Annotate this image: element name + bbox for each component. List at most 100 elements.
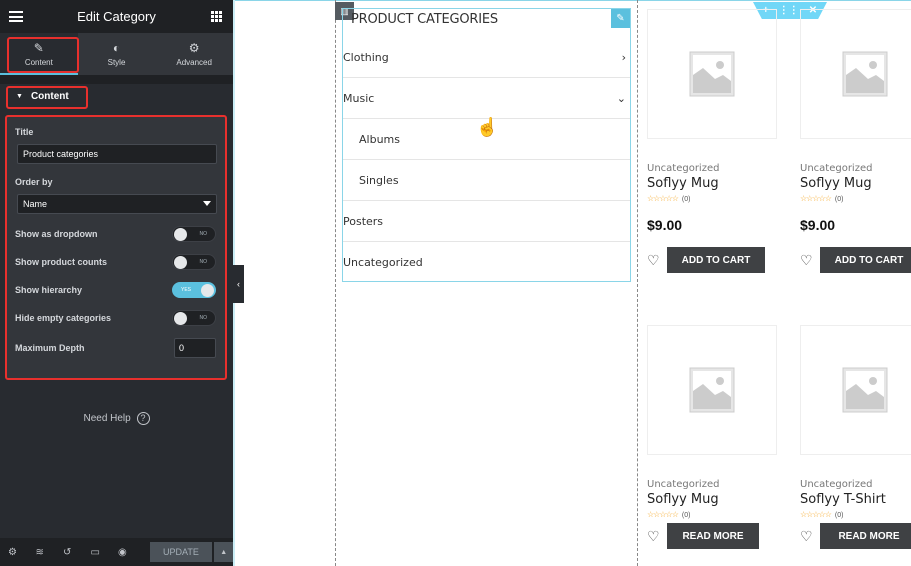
- max-depth-row: Maximum Depth 0: [15, 332, 218, 364]
- product-category: Uncategorized: [647, 479, 720, 490]
- category-item-posters[interactable]: Posters: [343, 201, 630, 242]
- switch-state: YES: [181, 287, 192, 293]
- category-item-music[interactable]: Music ⌄: [343, 78, 630, 119]
- chevron-right-icon[interactable]: ›: [622, 51, 626, 64]
- product-category: Uncategorized: [800, 163, 873, 174]
- add-to-cart-button[interactable]: ADD TO CART: [820, 247, 911, 273]
- star-rating: ☆☆☆☆☆ (0): [647, 194, 691, 203]
- hide-empty-switch[interactable]: NO: [172, 310, 216, 326]
- panel-title: Edit Category: [77, 9, 156, 24]
- max-depth-label: Maximum Depth: [15, 343, 85, 353]
- preview-icon[interactable]: ◉: [118, 547, 146, 558]
- collapse-panel-button[interactable]: ‹: [233, 265, 244, 303]
- tab-content[interactable]: ✎ Content: [0, 33, 78, 75]
- toggle-label: Show as dropdown: [15, 229, 98, 239]
- rating-count: (0): [834, 196, 844, 203]
- star-rating: ☆☆☆☆☆ (0): [800, 510, 844, 519]
- toggle-row-show-hierarchy: Show hierarchy YES: [15, 276, 218, 304]
- rating-count: (0): [681, 512, 691, 519]
- edit-widget-icon[interactable]: ✎: [611, 9, 630, 28]
- show-hierarchy-switch[interactable]: YES: [172, 282, 216, 298]
- menu-icon[interactable]: [9, 11, 23, 22]
- product-name[interactable]: Soflyy Mug: [800, 176, 911, 191]
- update-button[interactable]: UPDATE: [149, 542, 213, 562]
- panel-tabs: ✎ Content ◐ Style ⚙ Advanced: [0, 33, 233, 75]
- editor-panel: Edit Category ✎ Content ◐ Style ⚙ Advanc…: [0, 0, 234, 566]
- max-depth-input[interactable]: 0: [174, 338, 216, 358]
- star-rating: ☆☆☆☆☆ (0): [800, 194, 844, 203]
- category-list: Clothing › Music ⌄ Albums Singles Posters …: [343, 37, 630, 283]
- toggle-row-show-dropdown: Show as dropdown NO: [15, 220, 218, 248]
- product-name[interactable]: Soflyy Mug: [647, 176, 777, 191]
- controls-section: Title Product categories Order by Name S…: [7, 116, 226, 379]
- panel-footer: ⚙ ≋ ↺ ▭ ◉ UPDATE ▲: [0, 538, 234, 566]
- product-image-placeholder[interactable]: [800, 9, 911, 139]
- toggle-label: Show product counts: [15, 257, 107, 267]
- order-by-select[interactable]: Name: [17, 194, 217, 214]
- product-card: Uncategorized Soflyy Mug ☆☆☆☆☆ (0) $9.00 …: [647, 9, 777, 273]
- title-input[interactable]: Product categories: [17, 144, 217, 164]
- rating-count: (0): [681, 196, 691, 203]
- help-icon: ?: [136, 412, 150, 425]
- product-image-placeholder[interactable]: [647, 9, 777, 139]
- toggle-label: Show hierarchy: [15, 285, 83, 295]
- chevron-down-icon: [203, 201, 211, 206]
- tab-advanced[interactable]: ⚙ Advanced: [155, 33, 233, 75]
- order-by-value: Name: [23, 199, 48, 209]
- need-help-label: Need Help: [83, 413, 131, 425]
- show-counts-switch[interactable]: NO: [172, 254, 216, 270]
- wishlist-heart-icon[interactable]: ♡: [647, 252, 667, 269]
- rating-count: (0): [834, 512, 844, 519]
- read-more-button[interactable]: READ MORE: [820, 523, 911, 549]
- contrast-icon: ◐: [112, 41, 121, 55]
- switch-state: NO: [199, 231, 208, 237]
- drag-handle-icon[interactable]: ⋮⋮: [779, 5, 799, 16]
- category-item-singles[interactable]: Singles: [343, 160, 630, 201]
- widgets-grid-icon[interactable]: [211, 11, 222, 22]
- product-card: Uncategorized Soflyy Mug ☆☆☆☆☆ (0) $9.00 …: [800, 9, 911, 273]
- wishlist-heart-icon[interactable]: ♡: [647, 528, 667, 545]
- category-label: Clothing: [343, 50, 389, 64]
- responsive-icon[interactable]: ▭: [91, 547, 119, 558]
- caret-down-icon: ▼: [16, 92, 23, 100]
- product-image-placeholder[interactable]: [800, 325, 911, 455]
- tab-label: Advanced: [176, 58, 212, 67]
- widget-title: PRODUCT CATEGORIES: [351, 12, 498, 27]
- read-more-button[interactable]: READ MORE: [667, 523, 759, 549]
- star-rating: ☆☆☆☆☆ (0): [647, 510, 691, 519]
- add-to-cart-button[interactable]: ADD TO CART: [667, 247, 765, 273]
- hand-cursor-icon: ☝: [476, 117, 499, 137]
- history-icon[interactable]: ↺: [63, 547, 91, 558]
- order-by-label: Order by: [15, 177, 53, 187]
- product-name[interactable]: Soflyy T-Shirt: [800, 492, 911, 507]
- product-price: $9.00: [800, 217, 836, 233]
- wishlist-heart-icon[interactable]: ♡: [800, 252, 820, 269]
- settings-icon[interactable]: ⚙: [8, 547, 36, 558]
- gear-icon: ⚙: [188, 41, 200, 55]
- product-name[interactable]: Soflyy Mug: [647, 492, 777, 507]
- panel-header: Edit Category: [0, 0, 233, 33]
- switch-state: NO: [199, 259, 208, 265]
- separator: [0, 75, 233, 84]
- need-help-link[interactable]: Need Help ?: [0, 412, 233, 425]
- product-category: Uncategorized: [800, 479, 873, 490]
- section-title: Content: [30, 90, 69, 102]
- update-options-button[interactable]: ▲: [214, 542, 234, 562]
- show-dropdown-switch[interactable]: NO: [172, 226, 216, 242]
- product-card: Uncategorized Soflyy Mug ☆☆☆☆☆ (0) ♡ READ …: [647, 325, 777, 549]
- chevron-down-icon[interactable]: ⌄: [617, 92, 626, 105]
- product-categories-widget[interactable]: PRODUCT CATEGORIES ✎ Clothing › Music ⌄ Al…: [342, 8, 631, 282]
- category-label: Posters: [343, 214, 384, 228]
- category-label: Albums: [359, 132, 400, 146]
- category-item-uncategorized[interactable]: Uncategorized: [343, 242, 630, 283]
- tab-label: Content: [24, 58, 53, 67]
- tab-style[interactable]: ◐ Style: [78, 33, 156, 75]
- product-image-placeholder[interactable]: [647, 325, 777, 455]
- title-label: Title: [15, 127, 34, 137]
- category-label: Uncategorized: [343, 256, 423, 269]
- wishlist-heart-icon[interactable]: ♡: [800, 528, 820, 545]
- section-toggle-content[interactable]: ▼ Content: [0, 84, 233, 108]
- layers-icon[interactable]: ≋: [36, 547, 64, 558]
- category-item-clothing[interactable]: Clothing ›: [343, 37, 630, 78]
- switch-state: NO: [199, 315, 208, 321]
